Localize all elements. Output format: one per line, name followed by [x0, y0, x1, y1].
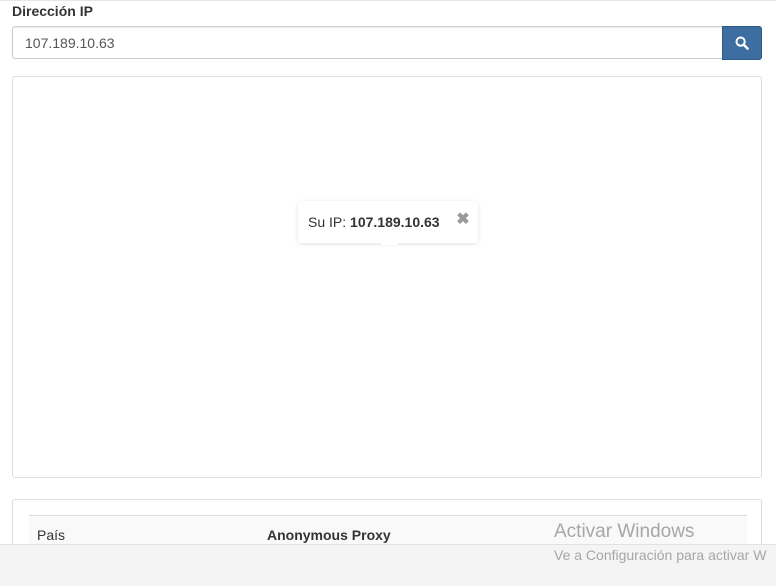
map-panel[interactable]: Su IP: 107.189.10.63 ✖ [12, 76, 762, 478]
ip-popup: Su IP: 107.189.10.63 ✖ [298, 201, 478, 245]
popup-tip [381, 241, 397, 245]
country-value: Anonymous Proxy [267, 527, 391, 543]
country-label: País [37, 527, 66, 543]
search-icon [735, 36, 749, 50]
activate-windows-subtitle: Ve a Configuración para activar W [554, 547, 767, 563]
ip-popup-value: 107.189.10.63 [350, 214, 440, 230]
ip-popup-text: Su IP: 107.189.10.63 [308, 214, 440, 230]
close-icon[interactable]: ✖ [456, 212, 470, 228]
search-button[interactable] [722, 26, 762, 60]
top-divider [0, 0, 776, 1]
ip-popup-prefix: Su IP: [308, 214, 347, 230]
ip-address-input[interactable] [12, 26, 722, 59]
page: Dirección IP Su IP: 107.189.10.63 ✖ País… [0, 0, 776, 586]
activate-windows-title: Activar Windows [554, 521, 695, 542]
ip-address-label: Dirección IP [12, 3, 93, 19]
